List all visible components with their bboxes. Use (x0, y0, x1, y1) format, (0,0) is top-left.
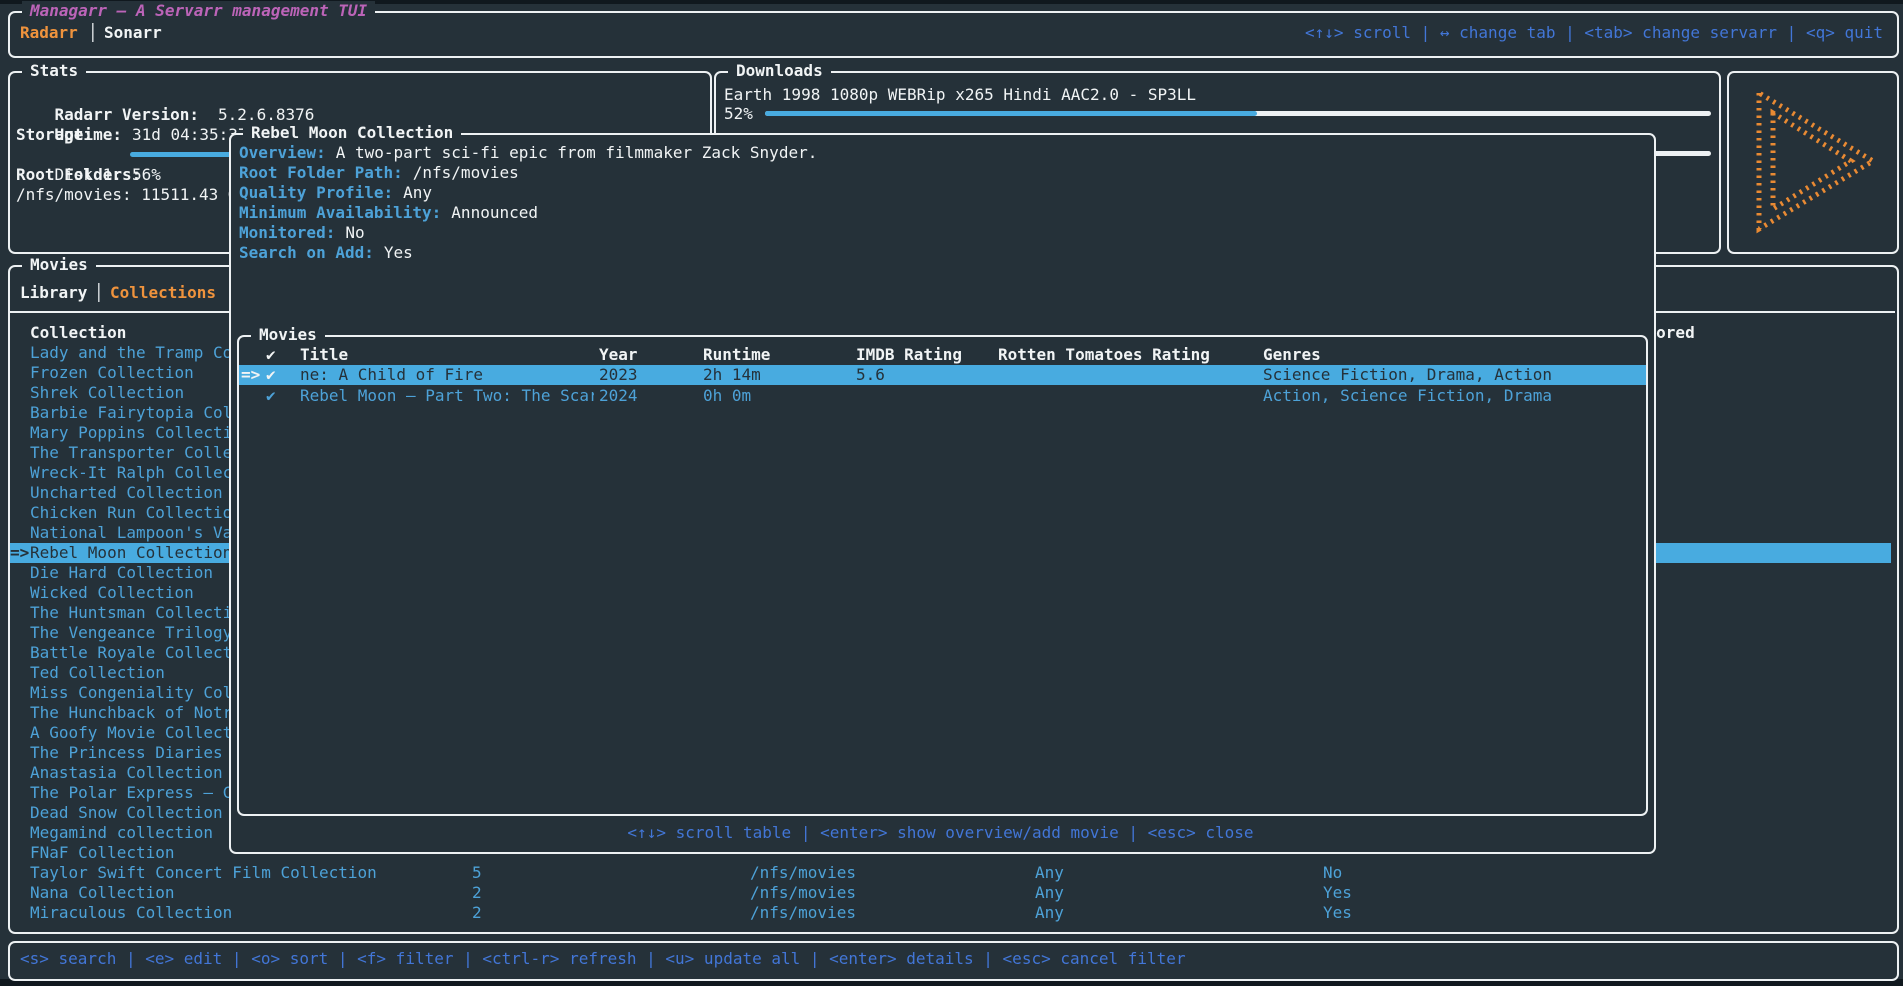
quality-profile: Any (1035, 903, 1064, 923)
root-folder: /nfs/movies (750, 903, 856, 923)
download-progress-bar (765, 111, 1257, 116)
collection-name: Die Hard Collection (30, 563, 213, 583)
global-keybinds: <↑↓> scroll | ↔ change tab | <tab> chang… (1305, 23, 1883, 43)
selection-arrow: => (10, 543, 29, 563)
movie-title: Rebel Moon – Part Two: The Scar (300, 386, 594, 406)
radarr-version: Radarr Version:5.2.6.8376 (16, 85, 314, 105)
list-item[interactable]: Taylor Swift Concert Film Collection 5/nf… (0, 863, 1903, 883)
check-icon: ✔ (266, 386, 276, 406)
collection-name: Miss Congeniality Col (30, 683, 232, 703)
uptime: Uptime:31d 04:35:37 (16, 105, 248, 125)
collection-name: The Huntsman Collecti (30, 603, 232, 623)
logo-panel (1727, 71, 1899, 254)
collection-name: Chicken Run Collectio (30, 503, 232, 523)
monitored-flag: Yes (1323, 903, 1352, 923)
collection-name: The Transporter Colle (30, 443, 232, 463)
collection-name: Lady and the Tramp Co (30, 343, 232, 363)
collection-name: Wicked Collection (30, 583, 194, 603)
collection-name: Barbie Fairytopia Col (30, 403, 232, 423)
footer-bar: <s> search | <e> edit | <o> sort | <f> f… (8, 941, 1899, 981)
list-item[interactable]: Nana Collection 2/nfs/movies Any Yes (0, 883, 1903, 903)
downloads-title: Downloads (728, 61, 831, 81)
download-item[interactable]: Earth 1998 1080p WEBRip x265 Hindi AAC2.… (724, 85, 1196, 105)
collection-name: The Hunchback of Notr (30, 703, 232, 723)
stats-title: Stats (22, 61, 86, 81)
collection-name: The Polar Express – C (30, 783, 232, 803)
movie-title: ne: A Child of Fire (300, 365, 594, 385)
app-title: Managarr – A Servarr management TUI (22, 1, 375, 21)
imdb-rating: 5.6 (856, 365, 885, 385)
collection-name: Rebel Moon Collection (30, 543, 232, 563)
collection-name: Wreck-It Ralph Collec (30, 463, 232, 483)
movie-runtime: 0h 0m (703, 386, 751, 406)
root-folder-value: /nfs/movies: 11511.43 GB (16, 185, 247, 205)
movie-genres: Action, Science Fiction, Drama (1263, 386, 1552, 406)
movie-count: 2 (472, 903, 482, 923)
root-folders-label: Root Folders: (16, 165, 141, 185)
storage-label: Storage: (16, 125, 93, 145)
collection-name: Mary Poppins Collecti (30, 423, 232, 443)
collection-name: The Princess Diaries (30, 743, 223, 763)
tab-separator: │ (88, 23, 98, 43)
collection-name: Frozen Collection (30, 363, 194, 383)
modal-movies-rows: => ✔ ne: A Child of Fire2023 2h 14m 5.6 Scien… (231, 135, 1650, 848)
movie-year: 2024 (599, 386, 638, 406)
root-folder: /nfs/movies (750, 883, 856, 903)
tab-separator: │ (94, 283, 104, 303)
movies-panel-title: Movies (22, 255, 96, 275)
tab-collections[interactable]: Collections (110, 283, 216, 303)
footer-keybinds: <s> search | <e> edit | <o> sort | <f> f… (20, 949, 1186, 969)
quality-profile: Any (1035, 863, 1064, 883)
play-logo-icon (1745, 83, 1885, 241)
monitored-flag: Yes (1323, 883, 1352, 903)
collection-name: Ted Collection (30, 663, 165, 683)
collection-name: The Vengeance Trilogy (30, 623, 232, 643)
tab-library[interactable]: Library (20, 283, 87, 303)
table-row[interactable]: => ✔ ne: A Child of Fire2023 2h 14m 5.6 Scien… (231, 365, 1650, 385)
download-progress-fragment (1652, 151, 1711, 156)
header-panel: Managarr – A Servarr management TUI Rada… (8, 11, 1899, 58)
modal-keybinds: <↑↓> scroll table | <enter> show overvie… (231, 823, 1650, 843)
collection-name: National Lampoon's Va (30, 523, 232, 543)
movie-genres: Science Fiction, Drama, Action (1263, 365, 1552, 385)
movie-year: 2023 (599, 365, 638, 385)
collection-name: Taylor Swift Concert Film Collection (30, 863, 377, 883)
collection-name: FNaF Collection (30, 843, 175, 863)
collection-column-header: Collection (30, 323, 126, 343)
movie-count: 2 (472, 883, 482, 903)
collection-details-modal: Rebel Moon Collection Overview:A two-par… (229, 133, 1656, 854)
collection-name: Anastasia Collection (30, 763, 223, 783)
root-folder: /nfs/movies (750, 863, 856, 883)
table-row[interactable]: ✔ Rebel Moon – Part Two: The Scar2024 0h 0… (231, 386, 1650, 406)
collection-name: Shrek Collection (30, 383, 184, 403)
movie-runtime: 2h 14m (703, 365, 761, 385)
tab-radarr[interactable]: Radarr (20, 23, 78, 43)
collection-name: Nana Collection (30, 883, 175, 903)
monitored-flag: No (1323, 863, 1342, 883)
check-icon: ✔ (266, 365, 276, 385)
collection-name: A Goofy Movie Collect (30, 723, 232, 743)
quality-profile: Any (1035, 883, 1064, 903)
tab-sonarr[interactable]: Sonarr (104, 23, 162, 43)
collection-name: Dead Snow Collection (30, 803, 223, 823)
collection-name: Megamind collection (30, 823, 213, 843)
selection-arrow: => (241, 365, 260, 385)
list-item[interactable]: Miraculous Collection 2/nfs/movies Any Yes (0, 903, 1903, 923)
collection-name: Battle Royale Collect (30, 643, 232, 663)
collection-name: Uncharted Collection (30, 483, 223, 503)
collection-name: Miraculous Collection (30, 903, 232, 923)
movie-count: 5 (472, 863, 482, 883)
download-pct: 52% (724, 104, 753, 124)
